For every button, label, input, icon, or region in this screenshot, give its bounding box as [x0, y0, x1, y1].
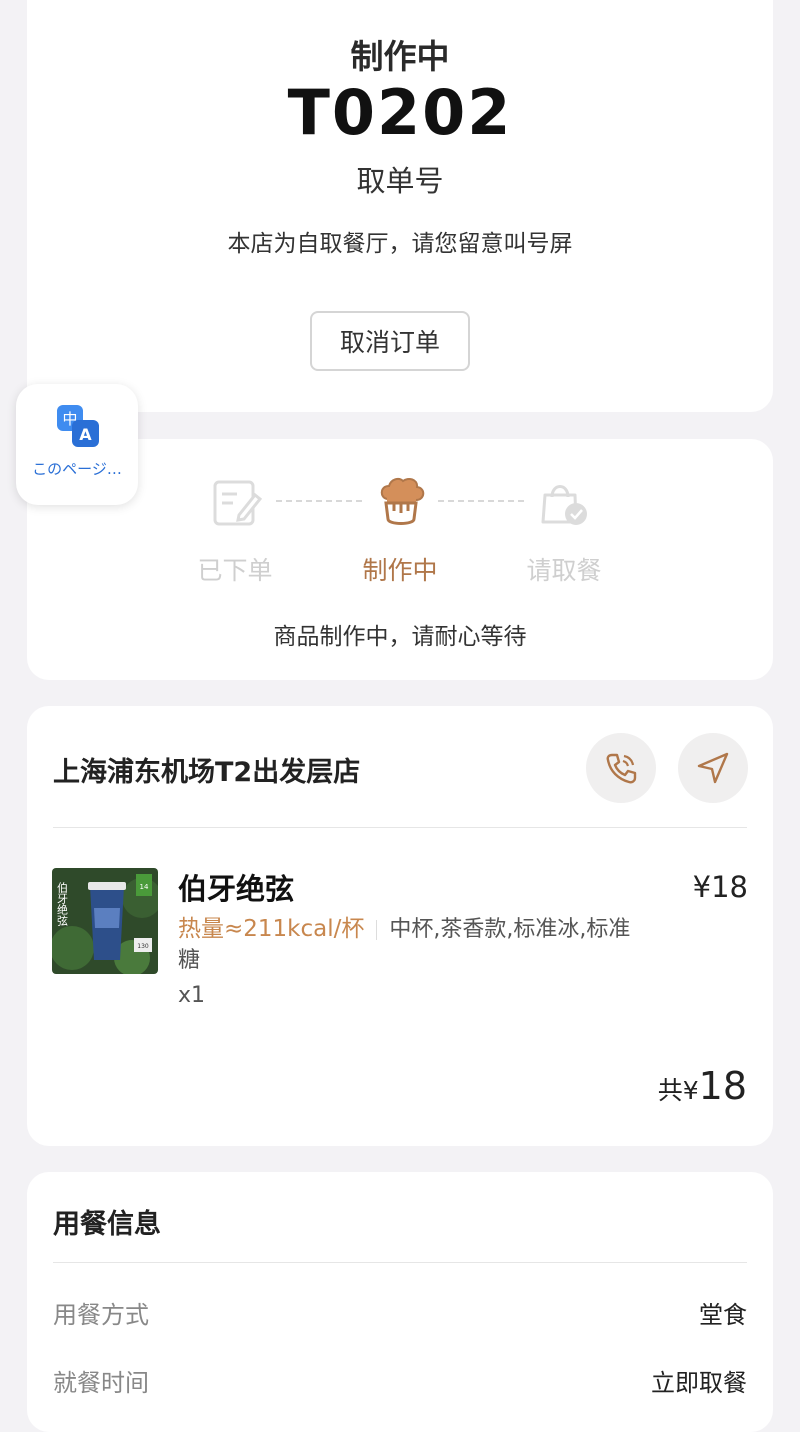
step-label-ordered: 已下单	[197, 556, 273, 585]
navigation-arrow-icon	[697, 752, 729, 784]
translate-page-widget[interactable]: 中 A このページ…	[16, 384, 138, 505]
translate-icon: 中 A	[57, 405, 99, 447]
spec-separator	[376, 920, 378, 940]
total-value: 18	[698, 1064, 747, 1108]
product-price: ¥18	[692, 870, 748, 904]
order-card: 上海浦东机场T2出发层店 14 130 伯牙绝弦 伯牙绝弦 ¥18 热量≈211…	[27, 706, 773, 1146]
chef-hat-icon	[380, 477, 425, 525]
dining-info-card: 用餐信息 用餐方式 堂食 就餐时间 立即取餐	[27, 1172, 773, 1432]
store-notice: 本店为自取餐厅，请您留意叫号屏	[227, 231, 573, 257]
svg-text:伯牙绝弦: 伯牙绝弦	[56, 881, 69, 927]
status-title: 制作中	[350, 37, 450, 76]
order-number-label: 取单号	[356, 164, 444, 198]
phone-icon	[606, 753, 637, 784]
product-calories: 热量≈211kcal/杯	[178, 916, 365, 942]
translate-label: このページ…	[32, 460, 122, 478]
progress-connector	[276, 500, 362, 502]
svg-text:130: 130	[137, 943, 149, 950]
product-name: 伯牙绝弦	[178, 872, 295, 906]
pickup-bag-icon	[541, 485, 587, 525]
product-quantity: x1	[178, 983, 206, 1008]
progress-card: 已下单 制作中 请取餐 商品制作中，请耐心等待	[27, 439, 773, 680]
order-number: T0202	[287, 76, 513, 149]
store-name: 上海浦东机场T2出发层店	[53, 757, 361, 788]
progress-message: 商品制作中，请耐心等待	[273, 624, 527, 650]
divider	[53, 827, 747, 828]
dining-method-label: 用餐方式	[53, 1301, 149, 1329]
product-specs: 热量≈211kcal/杯 中杯,茶香款,标准冰,标准糖	[178, 914, 638, 976]
dining-info-title: 用餐信息	[53, 1209, 161, 1240]
dining-method-value: 堂食	[699, 1301, 747, 1329]
order-status-card: 制作中 T0202 取单号 本店为自取餐厅，请您留意叫号屏 取消订单	[27, 0, 773, 412]
svg-text:14: 14	[140, 883, 149, 891]
step-label-preparing: 制作中	[362, 556, 438, 585]
svg-text:A: A	[79, 425, 92, 444]
dining-time-label: 就餐时间	[53, 1369, 149, 1397]
product-image: 14 130 伯牙绝弦	[52, 868, 158, 974]
call-store-button[interactable]	[586, 733, 656, 803]
step-label-pickup: 请取餐	[526, 556, 602, 585]
order-total: 共¥18	[658, 1064, 747, 1108]
navigate-button[interactable]	[678, 733, 748, 803]
order-placed-icon	[213, 480, 263, 526]
total-prefix: 共¥	[657, 1076, 699, 1105]
cancel-order-button[interactable]: 取消订单	[310, 311, 470, 371]
dining-time-value: 立即取餐	[651, 1369, 747, 1397]
divider	[53, 1262, 747, 1263]
progress-connector	[438, 500, 524, 502]
